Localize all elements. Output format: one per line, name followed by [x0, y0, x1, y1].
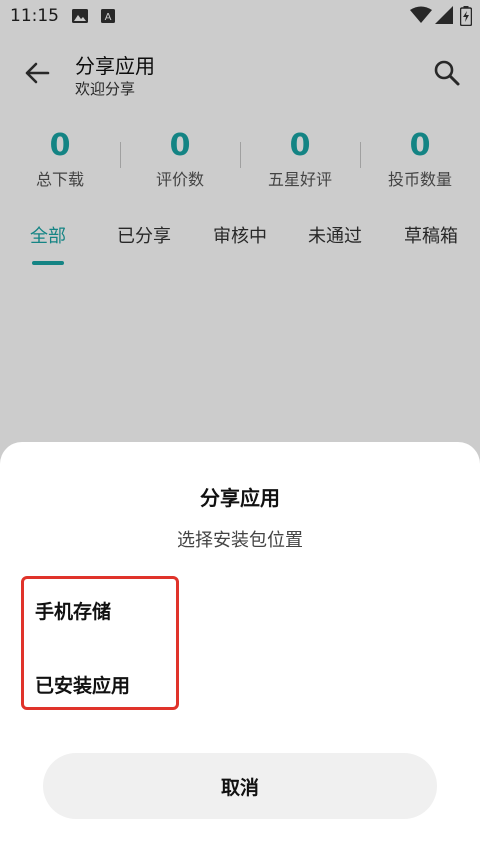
option-phone-storage[interactable]: 手机存储	[35, 597, 111, 624]
share-app-screen: 11:15 A 分享应用 欢迎分享 0 总下载 0 评价数 0 五星好评 0 投…	[0, 0, 480, 853]
sheet-title: 分享应用	[200, 486, 280, 510]
cancel-button[interactable]: 取消	[43, 753, 437, 819]
bottom-sheet: 分享应用 选择安装包位置 手机存储 已安装应用 取消	[0, 442, 480, 853]
sheet-subtitle: 选择安装包位置	[177, 530, 303, 551]
option-installed-apps[interactable]: 已安装应用	[35, 671, 130, 698]
